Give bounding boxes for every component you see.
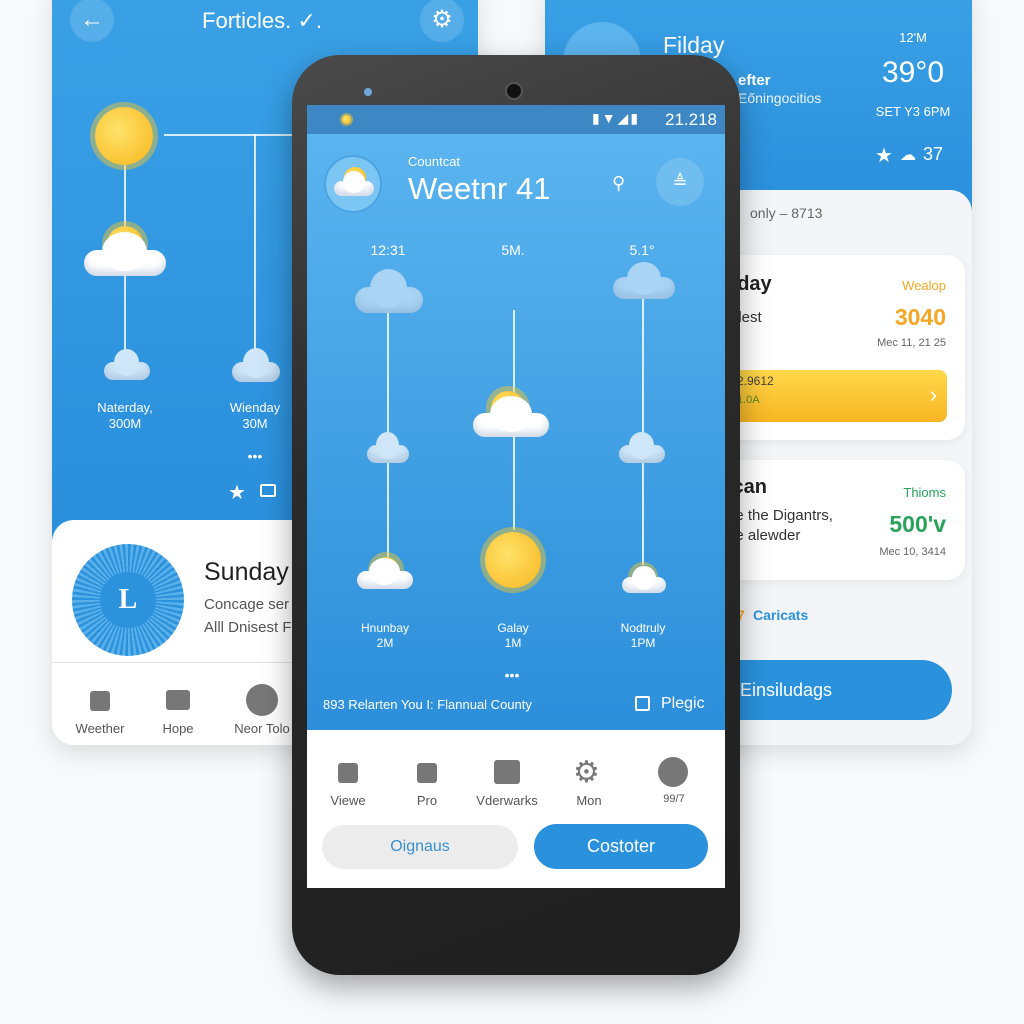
back-button[interactable]: ← <box>70 0 114 42</box>
item-value: 3040 <box>894 304 946 330</box>
item-value: 500'v <box>889 511 946 537</box>
item-tag: Wealop <box>902 278 946 293</box>
nav-label: Hope <box>162 721 194 736</box>
item-tag: Thioms <box>903 485 946 500</box>
settings-gear-icon[interactable]: ⚙ <box>420 0 464 42</box>
sun-icon <box>95 107 153 165</box>
signal-wifi-battery-icons: ▮▼◢▮ <box>592 110 641 126</box>
front-camera <box>505 82 523 100</box>
sun-icon <box>485 532 541 588</box>
chevron-right-icon: › <box>929 382 937 407</box>
oignaus-button[interactable]: Oignaus <box>322 825 518 869</box>
cloud-icon <box>355 268 423 313</box>
star-icon[interactable]: ★ <box>228 480 246 505</box>
day-label: Wienday 30M <box>229 400 281 431</box>
status-bar: ▮▼◢▮ 21.218 <box>307 105 725 134</box>
camera-icon <box>417 763 437 783</box>
left-card-title: Forticles. ✓. <box>202 8 322 33</box>
puzzle-icon <box>658 757 688 787</box>
status-time: 21.218 <box>665 110 717 129</box>
nav-label: Weether <box>75 721 125 736</box>
subtitle-1: efter <box>738 72 771 89</box>
subtitle-2: Eőningocitios <box>738 90 822 106</box>
partly-cloudy-icon <box>473 396 549 437</box>
day-label: Naterday, 300M <box>97 400 153 431</box>
item-date: Mec 10, 3414 <box>879 546 946 558</box>
search-icon[interactable]: ⚲ <box>612 173 625 194</box>
storm-cloud-icon <box>367 432 409 463</box>
gear-icon: ⚙ <box>573 756 600 789</box>
cloud-icon <box>232 348 280 382</box>
header-subtitle: Countcat <box>408 154 461 169</box>
storm-cloud-icon <box>619 432 665 463</box>
temperature: 39°0 <box>881 56 945 89</box>
more-dots[interactable]: ••• <box>505 667 520 683</box>
nav-label: Pro <box>416 793 438 808</box>
partly-cloudy-icon <box>622 565 666 593</box>
item-action-bar[interactable]: 2.9612 1.0A › <box>715 370 947 422</box>
column-bottom-label: Galay 1M <box>497 621 529 650</box>
nav-label: 99/7 <box>663 793 685 805</box>
cloud-icon <box>104 349 150 380</box>
profile-line2: Alll Dnisest F <box>204 619 292 636</box>
phone-screen: ▮▼◢▮ 21.218 Countcat Weetnr 41 ⚲ ≜ 12:31… <box>307 105 725 888</box>
weather-small-icon: ☁ <box>900 147 916 164</box>
image-icon[interactable] <box>260 484 276 497</box>
profile-avatar[interactable]: L <box>72 544 184 656</box>
nav-label: Viewe <box>330 793 366 808</box>
sun-status-icon <box>342 115 351 124</box>
item-desc: ue the Digantrs, <box>727 507 833 524</box>
bar-sub: 1.0A <box>737 394 760 406</box>
plegic-link[interactable]: Plegic <box>661 695 705 713</box>
star-icon[interactable]: ★ <box>875 143 893 168</box>
monitor-icon <box>166 690 190 710</box>
flask-icon <box>90 691 110 711</box>
weather-logo-icon <box>324 155 382 213</box>
list-header: only – 8713 <box>750 205 823 221</box>
cloud-icon <box>613 261 675 299</box>
splash-icon <box>246 684 278 716</box>
item-date: Mec 11, 21 25 <box>877 337 946 349</box>
avatar-initial: L <box>100 572 156 628</box>
column-bottom-label: Nodtruly 1PM <box>620 621 666 650</box>
nav-label: Mon <box>576 793 602 808</box>
nav-label: Neor Tolo <box>234 721 290 736</box>
checkbox-icon <box>338 763 358 783</box>
partly-cloudy-icon <box>357 558 413 589</box>
sunset-label: SET Y3 6PM <box>875 104 951 119</box>
profile-line1: Concage ser <box>204 596 290 613</box>
nav-label: Vderwarks <box>476 793 538 808</box>
alerts-button[interactable]: ≜ <box>656 158 704 206</box>
caricats-link[interactable]: Caricats <box>753 607 808 623</box>
bar-value: 2.9612 <box>737 374 774 388</box>
devices-icon <box>494 760 520 784</box>
cloud-icon <box>84 231 166 276</box>
costoter-button[interactable]: Costoter <box>534 824 708 869</box>
profile-title: Sunday <box>204 558 289 586</box>
more-dots[interactable]: ••• <box>248 448 263 464</box>
earpiece <box>364 88 372 96</box>
column-bottom-label: Hnunbay 2M <box>360 621 410 650</box>
badge-count: 37 <box>923 144 944 164</box>
calendar-icon[interactable] <box>635 696 650 711</box>
header-title: Weetnr 41 <box>408 171 551 206</box>
footer-location: 893 Relarten You I: Flannual County <box>323 697 532 712</box>
column-top-label: 12:31 <box>370 242 406 258</box>
column-top-label: 5.1° <box>629 242 655 258</box>
column-top-label: 5M. <box>501 242 525 258</box>
time-label: 12'M <box>899 30 927 45</box>
